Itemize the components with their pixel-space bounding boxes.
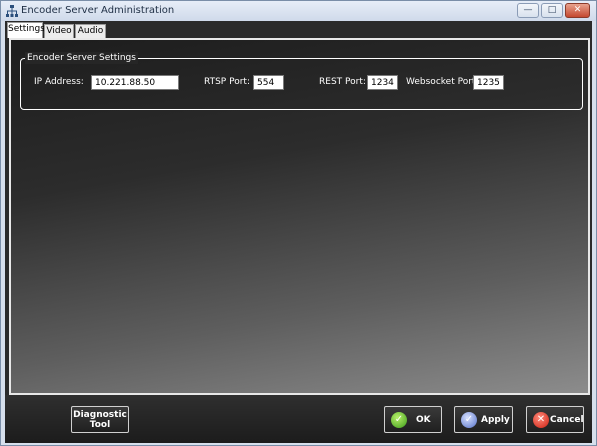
rest-port-input[interactable] — [367, 75, 398, 90]
ok-button[interactable]: ✓ OK — [384, 406, 442, 433]
rtsp-port-label: RTSP Port: — [204, 77, 250, 87]
check-icon: ✓ — [391, 412, 407, 428]
tab-video[interactable]: Video — [44, 24, 74, 38]
network-icon — [6, 5, 18, 17]
minimize-icon: — — [523, 5, 533, 15]
title-bar[interactable]: Encoder Server Administration — □ ✕ — [1, 1, 596, 21]
apply-label: Apply — [481, 415, 510, 425]
app-window: Encoder Server Administration — □ ✕ Enco… — [0, 0, 597, 446]
settings-tab-panel: Encoder Server Settings IP Address: RTSP… — [9, 38, 590, 395]
diagnostic-tool-button[interactable]: Diagnostic Tool — [71, 406, 129, 433]
cancel-icon: ✕ — [533, 412, 549, 428]
maximize-button[interactable]: □ — [541, 3, 563, 18]
minimize-button[interactable]: — — [517, 3, 539, 18]
websocket-port-label: Websocket Port: — [406, 77, 479, 87]
close-button[interactable]: ✕ — [565, 3, 590, 18]
encoder-settings-group: Encoder Server Settings IP Address: RTSP… — [20, 52, 583, 110]
apply-icon: ✓ — [461, 412, 477, 428]
window-title: Encoder Server Administration — [21, 5, 175, 16]
maximize-icon: □ — [547, 5, 557, 15]
ok-label: OK — [416, 415, 431, 425]
close-icon: ✕ — [573, 5, 582, 15]
apply-button[interactable]: ✓ Apply — [454, 406, 513, 433]
ip-address-label: IP Address: — [34, 77, 84, 87]
rtsp-port-input[interactable] — [253, 75, 284, 90]
diagnostic-tool-label: Diagnostic Tool — [73, 410, 127, 430]
cancel-label: Cancel — [550, 415, 584, 425]
group-legend: Encoder Server Settings — [25, 52, 138, 64]
cancel-button[interactable]: ✕ Cancel — [526, 406, 584, 433]
websocket-port-input[interactable] — [473, 75, 504, 90]
tab-audio[interactable]: Audio — [75, 24, 106, 38]
rest-port-label: REST Port: — [319, 77, 366, 87]
ip-address-input[interactable] — [91, 75, 179, 90]
tab-settings[interactable]: Settings — [7, 22, 45, 38]
